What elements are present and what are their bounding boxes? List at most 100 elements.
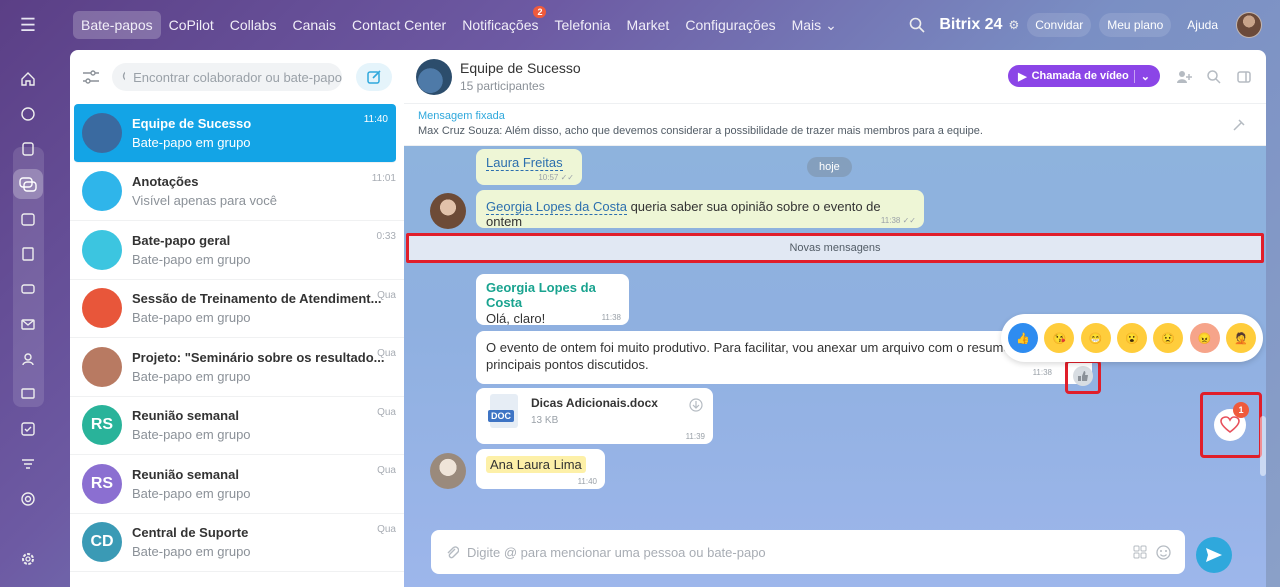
settings-icon[interactable]: ⚙ bbox=[1008, 18, 1019, 32]
filter-settings-icon[interactable] bbox=[82, 69, 100, 85]
message-bubble[interactable]: O evento de ontem foi muito produtivo. P… bbox=[476, 331, 1092, 384]
like-reaction-button[interactable] bbox=[1073, 366, 1093, 386]
search-icon[interactable] bbox=[1206, 69, 1222, 85]
attach-icon[interactable] bbox=[445, 544, 459, 560]
message-bubble[interactable]: Ana Laura Lima 11:40 bbox=[476, 449, 605, 489]
chat-item-subtitle: Bate-papo em grupo bbox=[132, 485, 251, 501]
chat-list-panel: Encontrar colaborador ou bate-papo Equip… bbox=[70, 50, 404, 587]
file-message[interactable]: DOC Dicas Adicionais.docx 13 KB 11:39 bbox=[476, 388, 713, 444]
nav-canais[interactable]: Canais bbox=[284, 11, 344, 39]
chat-item-info: Reunião semanal Bate-papo em grupo bbox=[132, 408, 396, 442]
feed-icon[interactable] bbox=[13, 99, 43, 129]
home-icon[interactable] bbox=[13, 64, 43, 94]
chat-item-avatar bbox=[82, 171, 122, 212]
chat-list-item[interactable]: Equipe de Sucesso Bate-papo em grupo 11:40 bbox=[74, 104, 396, 163]
unpin-icon[interactable] bbox=[1232, 118, 1246, 132]
chat-list: Equipe de Sucesso Bate-papo em grupo 11:40… bbox=[70, 104, 404, 572]
drive-icon[interactable] bbox=[13, 274, 43, 304]
chat-title-block[interactable]: Equipe de Sucesso 15 participantes bbox=[460, 60, 581, 93]
menu-icon[interactable]: ☰ bbox=[0, 0, 56, 50]
file-name[interactable]: Dicas Adicionais.docx bbox=[531, 396, 658, 410]
message-bubble[interactable]: Laura Freitas 10:57 ✓✓ bbox=[476, 149, 582, 185]
chat-list-item[interactable]: Projeto: "Seminário sobre os resultado..… bbox=[70, 338, 404, 397]
filter-icon[interactable] bbox=[13, 449, 43, 479]
docs-icon[interactable] bbox=[13, 239, 43, 269]
sender-avatar[interactable] bbox=[430, 193, 466, 229]
emoji-icon[interactable] bbox=[1156, 545, 1171, 560]
pinned-message[interactable]: Mensagem fixada Max Cruz Souza: Além dis… bbox=[404, 104, 1266, 146]
chat-panel: Equipe de Sucesso 15 participantes ▶ Cha… bbox=[404, 50, 1266, 587]
chat-item-avatar: RS bbox=[82, 463, 122, 504]
gear-icon[interactable] bbox=[13, 544, 43, 574]
kiss-reaction-icon[interactable]: 😘 bbox=[1044, 323, 1075, 353]
add-user-icon[interactable] bbox=[1176, 69, 1192, 85]
message-time: 11:38 ✓✓ bbox=[880, 216, 916, 225]
nav-configuracoes[interactable]: Configurações bbox=[677, 11, 783, 39]
send-button[interactable] bbox=[1196, 537, 1232, 573]
download-icon[interactable] bbox=[689, 398, 703, 412]
mention-link[interactable]: Georgia Lopes da Costa bbox=[486, 199, 627, 215]
new-messages-divider: Novas mensagens bbox=[406, 233, 1264, 263]
chat-list-item[interactable]: Sessão de Treinamento de Atendiment... Ba… bbox=[70, 280, 404, 338]
contacts-icon[interactable] bbox=[13, 344, 43, 374]
chat-list-item[interactable]: RS Reunião semanal Bate-papo em grupo Qua bbox=[70, 455, 404, 514]
thumbs-up-icon bbox=[1078, 371, 1088, 381]
calendar-icon[interactable] bbox=[13, 204, 43, 234]
chat-item-info: Equipe de Sucesso Bate-papo em grupo bbox=[132, 116, 388, 150]
angry-reaction-icon[interactable]: 😠 bbox=[1189, 323, 1220, 353]
message-bubble[interactable]: Georgia Lopes da Costa queria saber sua … bbox=[476, 190, 924, 229]
wow-reaction-icon[interactable]: 😮 bbox=[1116, 323, 1147, 353]
chat-title: Equipe de Sucesso bbox=[460, 60, 581, 76]
apps-icon[interactable] bbox=[1133, 545, 1147, 559]
like-reaction-icon[interactable]: 👍 bbox=[1008, 323, 1039, 353]
help-button[interactable]: Ajuda bbox=[1179, 13, 1226, 37]
chat-icon[interactable] bbox=[13, 169, 43, 199]
chat-avatar[interactable] bbox=[416, 58, 452, 95]
chat-item-subtitle: Bate-papo em grupo bbox=[132, 427, 251, 443]
brand-logo[interactable]: Bitrix 24 bbox=[939, 16, 1002, 34]
chat-item-time: Qua bbox=[377, 348, 396, 359]
chat-search-input[interactable]: Encontrar colaborador ou bate-papo bbox=[112, 63, 342, 91]
message-bubble[interactable]: Georgia Lopes da Costa Olá, claro! 11:38 bbox=[476, 274, 629, 326]
chat-list-item[interactable]: Bate-papo geral Bate-papo em grupo 0:33 bbox=[70, 221, 404, 280]
message-author[interactable]: Georgia Lopes da Costa bbox=[486, 280, 619, 310]
chat-item-title: Bate-papo geral bbox=[132, 232, 231, 248]
message-text: Olá, claro! bbox=[486, 311, 546, 326]
nav-mais[interactable]: Mais ⌄ bbox=[784, 11, 845, 40]
mail-icon[interactable] bbox=[13, 309, 43, 339]
tasks-board-icon[interactable] bbox=[13, 134, 43, 164]
checklist-icon[interactable] bbox=[13, 414, 43, 444]
nav-telefonia[interactable]: Telefonia bbox=[546, 11, 618, 39]
chat-list-item[interactable]: RS Reunião semanal Bate-papo em grupo Qua bbox=[70, 397, 404, 455]
video-call-label: Chamada de vídeo bbox=[1031, 70, 1129, 82]
new-chat-button[interactable] bbox=[356, 63, 392, 91]
target-icon[interactable] bbox=[13, 484, 43, 514]
nav-notificacoes[interactable]: Notificações 2 bbox=[454, 6, 547, 39]
facepalm-reaction-icon[interactable]: 🤦 bbox=[1225, 323, 1256, 353]
plan-button[interactable]: Meu plano bbox=[1099, 13, 1172, 37]
sad-reaction-icon[interactable]: 😟 bbox=[1153, 323, 1184, 353]
mention-link[interactable]: Laura Freitas bbox=[486, 155, 563, 171]
scrollbar[interactable] bbox=[1260, 416, 1266, 476]
message-time: 10:57 ✓✓ bbox=[538, 173, 574, 182]
search-icon[interactable] bbox=[909, 17, 925, 33]
chat-list-item[interactable]: CD Central de Suporte Bate-papo em grupo Qu… bbox=[70, 514, 404, 572]
invite-button[interactable]: Convidar bbox=[1027, 13, 1092, 37]
sender-avatar[interactable] bbox=[430, 453, 466, 489]
video-call-button[interactable]: ▶ Chamada de vídeo ⌄ bbox=[1008, 65, 1160, 87]
nav-bate-papos[interactable]: Bate-papos bbox=[73, 11, 161, 39]
nav-collabs[interactable]: Collabs bbox=[222, 11, 285, 39]
chat-list-item[interactable]: Anotações Visível apenas para você 11:01 bbox=[70, 163, 404, 221]
crm-icon[interactable] bbox=[13, 379, 43, 409]
mention-link[interactable]: Ana Laura Lima bbox=[486, 456, 586, 473]
user-avatar[interactable] bbox=[1236, 12, 1262, 38]
pinned-author: Max Cruz Souza: bbox=[418, 125, 503, 137]
message-input[interactable]: Digite @ para mencionar uma pessoa ou ba… bbox=[431, 530, 1185, 574]
nav-copilot[interactable]: CoPilot bbox=[161, 11, 222, 39]
sidebar-toggle-icon[interactable] bbox=[1236, 69, 1252, 85]
chat-item-subtitle: Bate-papo em grupo bbox=[132, 544, 251, 560]
nav-contact-center[interactable]: Contact Center bbox=[344, 11, 454, 39]
chevron-down-icon: ⌄ bbox=[825, 16, 837, 33]
nav-market[interactable]: Market bbox=[619, 11, 678, 39]
laugh-reaction-icon[interactable]: 😁 bbox=[1080, 323, 1111, 353]
